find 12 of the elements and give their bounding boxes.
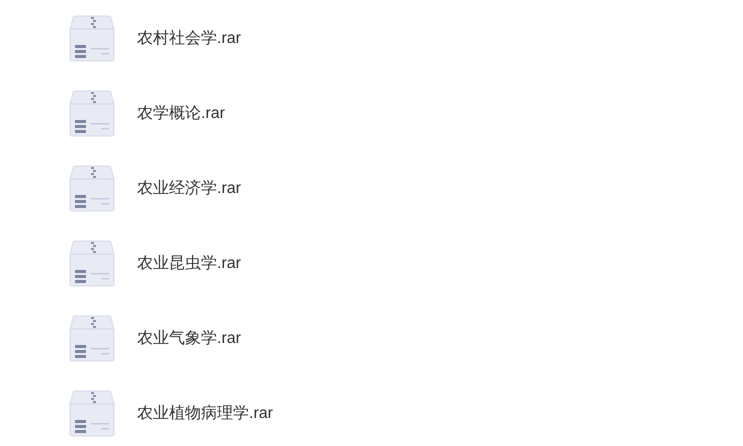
file-name[interactable]: 农学概论.rar — [137, 102, 225, 126]
file-name[interactable]: 农业气象学.rar — [137, 326, 241, 350]
file-name[interactable]: 农村社会学.rar — [137, 26, 241, 50]
archive-icon — [69, 165, 115, 212]
file-name[interactable]: 农业昆虫学.rar — [137, 252, 241, 276]
archive-icon — [69, 315, 115, 362]
archive-icon — [69, 90, 115, 137]
file-name[interactable]: 农业经济学.rar — [137, 176, 241, 200]
file-name[interactable]: 农业植物病理学.rar — [137, 402, 273, 426]
archive-icon — [69, 15, 115, 62]
archive-icon — [69, 240, 115, 287]
archive-icon — [69, 390, 115, 437]
